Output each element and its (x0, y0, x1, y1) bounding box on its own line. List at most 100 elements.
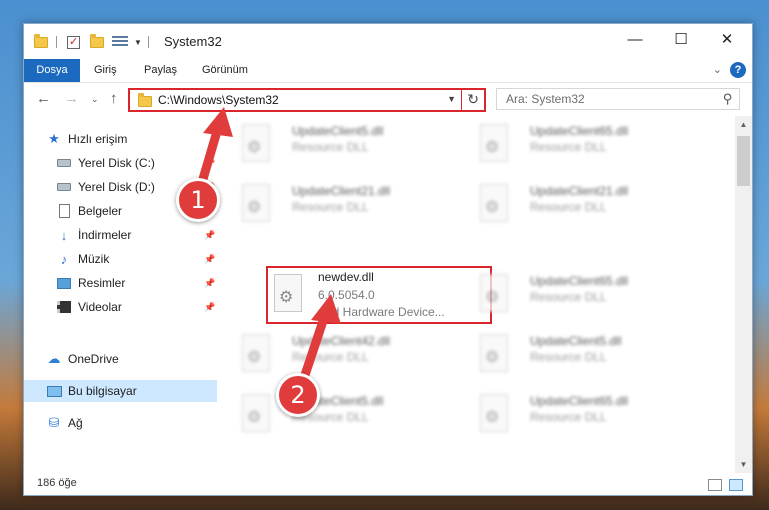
properties-check-icon[interactable] (67, 35, 80, 49)
video-icon (56, 300, 72, 314)
file-tile[interactable]: UpdateClient65.dll Resource DLL (458, 118, 683, 170)
address-dropdown-icon[interactable]: ▼ (447, 94, 456, 104)
nav-item-label: Ağ (68, 416, 83, 430)
address-path[interactable]: C:\Windows\System32 (158, 93, 279, 107)
tab-home[interactable]: Giriş (84, 59, 127, 82)
file-name: UpdateClient21.dll (530, 184, 629, 198)
details-view-icon[interactable] (708, 479, 722, 491)
dll-file-icon (242, 124, 270, 162)
step-badge-2: 2 (276, 373, 320, 417)
scroll-up-arrow-icon[interactable]: ▲ (735, 116, 752, 133)
vertical-scrollbar[interactable]: ▲ ▼ (735, 116, 752, 473)
document-icon (56, 204, 72, 218)
dll-file-icon (242, 184, 270, 222)
file-tile[interactable]: UpdateClient5.dll Resource DLL (220, 388, 445, 440)
download-icon: ↓ (60, 227, 68, 243)
file-tile[interactable]: UpdateClient21.dll Resource DLL (220, 178, 445, 230)
file-description: Resource DLL (292, 200, 369, 214)
pin-icon[interactable]: 📌 (204, 302, 215, 313)
search-icon[interactable]: ⚲ (723, 91, 733, 107)
nav-item-music[interactable]: ♪ Müzik 📌 (24, 248, 217, 270)
refresh-icon[interactable]: ↻ (467, 91, 479, 108)
pin-icon[interactable]: 📌 (204, 254, 215, 265)
tab-share[interactable]: Paylaş (134, 59, 187, 82)
step-badge-1: 1 (176, 178, 220, 222)
nav-item-network[interactable]: ⛁ Ağ (24, 412, 217, 434)
file-tile[interactable]: UpdateClient65.dll Resource DLL (458, 388, 683, 440)
star-icon: ★ (48, 131, 60, 146)
expand-ribbon-icon[interactable]: ⌄ (713, 63, 722, 76)
recent-locations-chevron-icon[interactable]: ⌄ (91, 94, 99, 105)
file-description: Resource DLL (292, 140, 369, 154)
file-description: Resource DLL (530, 410, 607, 424)
nav-item-onedrive[interactable]: ☁ OneDrive (24, 348, 217, 370)
nav-item-label: OneDrive (68, 352, 119, 366)
title-bar: ▼ System32 — ☐ ✕ (24, 24, 752, 59)
scroll-thumb[interactable] (737, 136, 750, 186)
file-name: UpdateClient5.dll (292, 124, 384, 138)
nav-item-this-pc[interactable]: Bu bilgisayar (24, 380, 217, 402)
new-folder-icon[interactable] (90, 33, 104, 48)
status-bar: 186 öğe (24, 473, 752, 495)
file-description: Resource DLL (530, 290, 607, 304)
tab-file[interactable]: Dosya (24, 59, 80, 82)
nav-item-quick-access[interactable]: ★ Hızlı erişim (24, 128, 217, 150)
nav-item-videos[interactable]: Videolar 📌 (24, 296, 217, 318)
large-icons-view-icon[interactable] (729, 479, 743, 491)
disk-icon (56, 156, 72, 170)
folder-icon (138, 93, 152, 107)
toolbar-separator (147, 36, 149, 48)
dll-file-icon (480, 274, 508, 312)
music-icon: ♪ (60, 251, 68, 267)
nav-item-label: Yerel Disk (D:) (78, 180, 155, 194)
file-tile[interactable]: UpdateClient5.dll Resource DLL (458, 328, 683, 380)
dll-file-icon (480, 334, 508, 372)
file-tile[interactable]: UpdateClient65.dll Resource DLL (458, 268, 683, 320)
search-input[interactable]: Ara: System32 ⚲ (496, 88, 740, 110)
tab-view[interactable]: Görünüm (192, 59, 258, 82)
nav-item-downloads[interactable]: ↓ İndirmeler 📌 (24, 224, 217, 246)
pin-icon[interactable]: 📌 (204, 158, 215, 169)
nav-item-label: Hızlı erişim (68, 132, 128, 146)
dll-file-icon (274, 274, 302, 312)
up-arrow-icon[interactable]: ↑ (110, 90, 118, 107)
file-name: newdev.dll (318, 270, 374, 284)
scroll-down-arrow-icon[interactable]: ▼ (735, 456, 752, 473)
address-bar[interactable]: C:\Windows\System32 ▼ ↻ (128, 88, 486, 112)
nav-item-label: Bu bilgisayar (68, 384, 137, 398)
nav-item-pictures[interactable]: Resimler 📌 (24, 272, 217, 294)
nav-item-label: Müzik (78, 252, 110, 266)
customize-dropdown-icon[interactable]: ▼ (134, 38, 142, 47)
file-description: Resource DLL (530, 140, 607, 154)
close-button[interactable]: ✕ (704, 24, 750, 54)
item-count: 186 öğe (37, 477, 77, 489)
help-icon[interactable]: ? (730, 62, 746, 78)
file-version: 6.0.5054.0 (318, 288, 375, 302)
toolbar-separator (56, 36, 57, 48)
folder-icon (34, 33, 48, 48)
file-tile[interactable]: UpdateClient21.dll Resource DLL (458, 178, 683, 230)
file-name: UpdateClient21.dll (292, 184, 391, 198)
explorer-window: ▼ System32 — ☐ ✕ Dosya Giriş Paylaş Görü… (23, 23, 753, 496)
pin-icon[interactable]: 📌 (204, 230, 215, 241)
maximize-button[interactable]: ☐ (658, 24, 704, 54)
nav-item-label: Yerel Disk (C:) (78, 156, 155, 170)
nav-item-label: Belgeler (78, 204, 123, 218)
nav-item-local-disk-c[interactable]: Yerel Disk (C:) 📌 (24, 152, 217, 174)
file-list: UpdateClient5.dll Resource DLL UpdateCli… (220, 116, 735, 473)
file-description: Resource DLL (530, 200, 607, 214)
view-details-icon[interactable] (112, 36, 128, 48)
minimize-button[interactable]: — (612, 24, 658, 54)
picture-icon (56, 276, 72, 290)
pin-icon[interactable]: 📌 (204, 278, 215, 289)
address-separator (461, 90, 462, 110)
back-arrow-icon[interactable]: ← (36, 90, 51, 107)
disk-icon (56, 180, 72, 194)
navigation-pane: ★ Hızlı erişim Yerel Disk (C:) 📌 Yerel D… (24, 116, 217, 473)
forward-arrow-icon[interactable]: → (64, 90, 79, 107)
dll-file-icon (242, 394, 270, 432)
file-tile[interactable]: UpdateClient5.dll Resource DLL (220, 118, 445, 170)
file-tile[interactable]: UpdateClient42.dll Resource DLL (220, 328, 445, 380)
quick-access-toolbar: ▼ (34, 33, 149, 51)
ribbon-tabs: Dosya Giriş Paylaş Görünüm ⌄ ? (24, 59, 752, 83)
